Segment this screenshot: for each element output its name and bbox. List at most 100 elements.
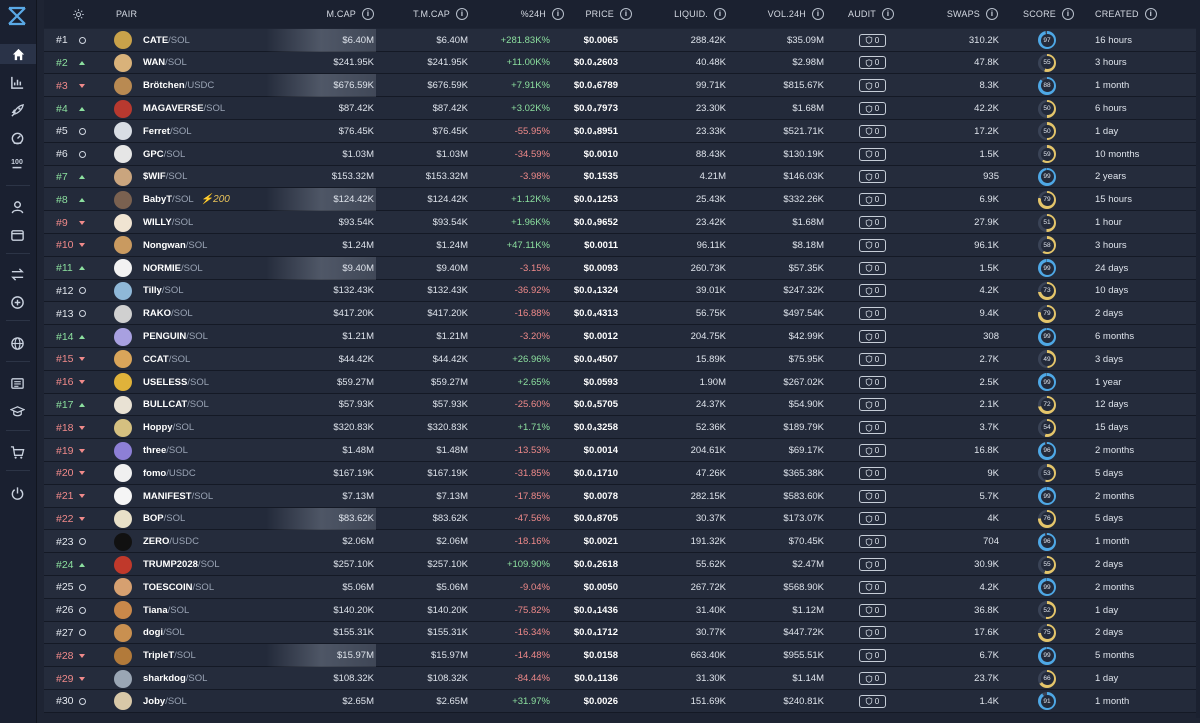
- table-row[interactable]: #27 dogi / SOL $155.31K $155.31K -16.34% $0.0₄…: [44, 621, 1200, 645]
- cart-icon[interactable]: [4, 442, 30, 462]
- chart-icon[interactable]: [4, 72, 30, 92]
- audit-cell[interactable]: 0: [857, 211, 887, 234]
- gauge-icon[interactable]: [4, 128, 30, 148]
- audit-badge[interactable]: 0: [858, 307, 886, 321]
- pair-cell[interactable]: three / SOL: [114, 439, 294, 462]
- col-liquidity[interactable]: LIQUID. i: [644, 0, 726, 28]
- col-created[interactable]: CREATED i: [1095, 0, 1157, 28]
- audit-cell[interactable]: 0: [857, 74, 887, 97]
- table-row[interactable]: #26 Tiana / SOL $140.20K $140.20K -75.82% $0.0…: [44, 598, 1200, 622]
- audit-badge[interactable]: 0: [858, 694, 886, 708]
- pair-cell[interactable]: TOESCOIN / SOL: [114, 576, 294, 599]
- table-row[interactable]: #3 Brötchen / USDC $676.59K $676.59K +7.91K% $…: [44, 74, 1200, 98]
- table-row[interactable]: #12 Tilly / SOL $132.43K $132.43K -36.92% $0.0…: [44, 279, 1200, 303]
- table-row[interactable]: #2 WAN / SOL $241.95K $241.95K +11.00K% $0.0₄2…: [44, 51, 1200, 75]
- table-row[interactable]: #22 BOP / SOL $83.62K $83.62K -47.56% $0.0₄870…: [44, 507, 1200, 531]
- info-icon[interactable]: i: [714, 8, 726, 20]
- app-logo-icon[interactable]: [5, 5, 29, 27]
- table-row[interactable]: #1 CATE / SOL $6.40M $6.40M +281.83K% $0.0065 2…: [44, 28, 1200, 52]
- table-row[interactable]: #9 WILLY / SOL $93.54K $93.54K +1.96K% $0.0₄96…: [44, 211, 1200, 234]
- pair-cell[interactable]: NORMIE / SOL: [114, 257, 294, 280]
- table-row[interactable]: #25 TOESCOIN / SOL $5.06M $5.06M -9.04% $0.005…: [44, 576, 1200, 599]
- audit-badge[interactable]: 0: [858, 79, 886, 93]
- pair-cell[interactable]: fomo / USDC: [114, 462, 294, 485]
- audit-badge[interactable]: 0: [858, 558, 886, 572]
- pair-cell[interactable]: BOP / SOL: [114, 508, 294, 531]
- audit-badge[interactable]: 0: [858, 649, 886, 663]
- col-mcap[interactable]: M.CAP i: [294, 0, 374, 28]
- audit-cell[interactable]: 0: [857, 690, 887, 713]
- pair-cell[interactable]: sharkdog / SOL: [114, 667, 294, 690]
- audit-badge[interactable]: 0: [858, 238, 886, 252]
- audit-cell[interactable]: 0: [857, 485, 887, 508]
- audit-cell[interactable]: 0: [857, 52, 887, 75]
- audit-cell[interactable]: 0: [857, 371, 887, 394]
- audit-cell[interactable]: 0: [857, 257, 887, 280]
- audit-badge[interactable]: 0: [858, 56, 886, 70]
- col-tmcap[interactable]: T.M.CAP i: [384, 0, 468, 28]
- table-row[interactable]: #18 Hoppy / SOL $320.83K $320.83K +1.71% $0.0₄…: [44, 416, 1200, 440]
- audit-badge[interactable]: 0: [858, 261, 886, 275]
- col-score[interactable]: SCORE i: [1023, 0, 1075, 28]
- audit-badge[interactable]: 0: [858, 284, 886, 298]
- pair-cell[interactable]: TripleT / SOL: [114, 644, 294, 667]
- audit-badge[interactable]: 0: [858, 216, 886, 230]
- audit-cell[interactable]: 0: [857, 644, 887, 667]
- col-swaps[interactable]: SWAPS i: [944, 0, 998, 28]
- table-row[interactable]: #8 BabyT / SOL ⚡200 $124.42K $124.42K +1.12K% $…: [44, 188, 1200, 212]
- news-icon[interactable]: [4, 373, 30, 393]
- scrollbar[interactable]: [1196, 28, 1200, 718]
- audit-badge[interactable]: 0: [858, 352, 886, 366]
- audit-cell[interactable]: 0: [857, 553, 887, 576]
- pair-cell[interactable]: CATE / SOL: [114, 29, 294, 52]
- info-icon[interactable]: i: [812, 8, 824, 20]
- table-row[interactable]: #14 PENGUIN / SOL $1.21M $1.21M -3.20% $0.0012…: [44, 325, 1200, 348]
- pair-cell[interactable]: GPC / SOL: [114, 143, 294, 166]
- audit-badge[interactable]: 0: [858, 421, 886, 435]
- pair-cell[interactable]: dogi / SOL: [114, 622, 294, 645]
- table-row[interactable]: #29 sharkdog / SOL $108.32K $108.32K -84.44% $…: [44, 667, 1200, 690]
- audit-badge[interactable]: 0: [858, 580, 886, 594]
- audit-cell[interactable]: 0: [857, 508, 887, 531]
- info-icon[interactable]: i: [1144, 8, 1157, 20]
- audit-cell[interactable]: 0: [857, 599, 887, 622]
- audit-badge[interactable]: 0: [858, 489, 886, 503]
- pair-cell[interactable]: CCAT / SOL: [114, 348, 294, 371]
- audit-cell[interactable]: 0: [857, 462, 887, 485]
- pair-cell[interactable]: RAKO / SOL: [114, 302, 294, 325]
- pair-cell[interactable]: Hoppy / SOL: [114, 416, 294, 439]
- pair-cell[interactable]: BULLCAT / SOL: [114, 394, 294, 417]
- pair-cell[interactable]: Joby / SOL: [114, 690, 294, 713]
- col-pair[interactable]: PAIR: [116, 0, 137, 28]
- audit-badge[interactable]: 0: [858, 466, 886, 480]
- audit-cell[interactable]: 0: [857, 188, 887, 211]
- audit-cell[interactable]: 0: [857, 234, 887, 257]
- table-row[interactable]: #10 Nongwan / SOL $1.24M $1.24M +47.11K% $0.00…: [44, 234, 1200, 257]
- table-row[interactable]: #23 ZERO / USDC $2.06M $2.06M -18.16% $0.0021 1…: [44, 530, 1200, 554]
- table-row[interactable]: #5 Ferret / SOL $76.45K $76.45K -55.95% $0.0₄8…: [44, 120, 1200, 143]
- audit-cell[interactable]: 0: [857, 302, 887, 325]
- info-icon[interactable]: i: [986, 8, 998, 20]
- audit-badge[interactable]: 0: [858, 603, 886, 617]
- audit-badge[interactable]: 0: [858, 124, 886, 138]
- audit-badge[interactable]: 0: [858, 147, 886, 161]
- pair-cell[interactable]: WAN / SOL: [114, 52, 294, 75]
- audit-cell[interactable]: 0: [857, 394, 887, 417]
- table-row[interactable]: #30 Joby / SOL $2.65M $2.65M +31.97% $0.0026 15…: [44, 690, 1200, 713]
- pair-cell[interactable]: Ferret / SOL: [114, 120, 294, 143]
- audit-cell[interactable]: 0: [857, 416, 887, 439]
- info-icon[interactable]: i: [456, 8, 468, 20]
- pair-cell[interactable]: Tilly / SOL: [114, 280, 294, 303]
- pair-cell[interactable]: Tiana / SOL: [114, 599, 294, 622]
- pair-cell[interactable]: USELESS / SOL: [114, 371, 294, 394]
- audit-cell[interactable]: 0: [857, 143, 887, 166]
- table-row[interactable]: #4 MAGAVERSE / SOL $87.42K $87.42K +3.02K% $0.…: [44, 97, 1200, 120]
- audit-cell[interactable]: 0: [857, 325, 887, 348]
- table-row[interactable]: #21 MANIFEST / SOL $7.13M $7.13M -17.85% $0.00…: [44, 484, 1200, 508]
- table-row[interactable]: #20 fomo / USDC $167.19K $167.19K -31.85% $0.0…: [44, 462, 1200, 485]
- pair-cell[interactable]: BabyT / SOL ⚡200: [114, 188, 294, 211]
- rocket-icon[interactable]: [4, 100, 30, 120]
- home-icon[interactable]: [0, 44, 36, 64]
- audit-badge[interactable]: 0: [858, 33, 886, 47]
- info-icon[interactable]: i: [882, 8, 894, 20]
